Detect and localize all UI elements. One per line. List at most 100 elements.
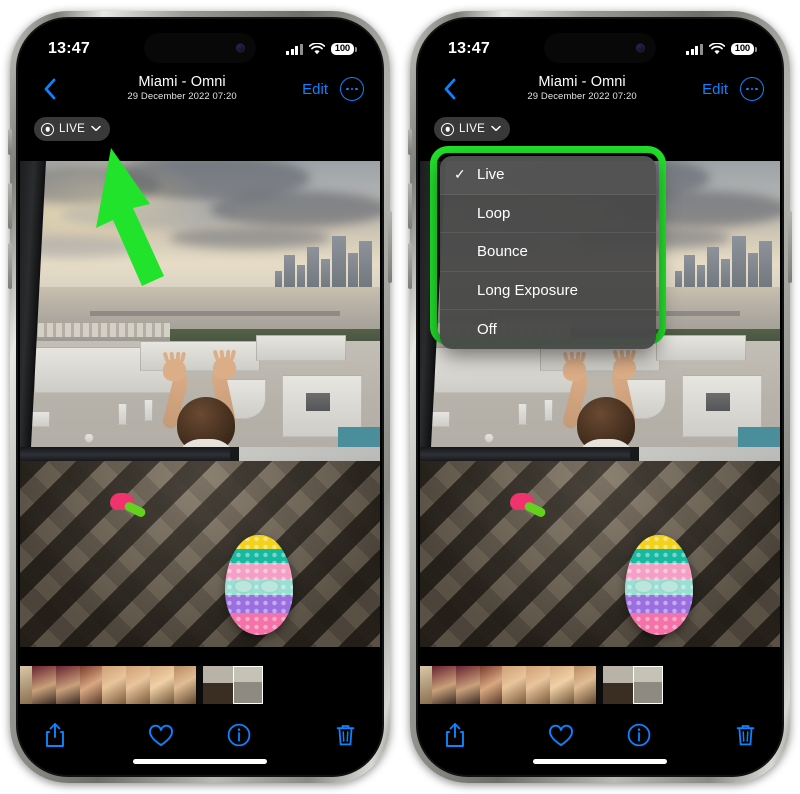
info-button[interactable] (600, 723, 678, 747)
home-indicator[interactable] (533, 759, 667, 764)
status-time: 13:47 (448, 40, 490, 57)
volume-down-button[interactable] (408, 243, 412, 289)
status-time: 13:47 (48, 40, 90, 57)
list-item[interactable] (56, 666, 80, 704)
list-item[interactable] (150, 666, 174, 704)
list-item[interactable] (432, 666, 456, 704)
nav-bar-left: Miami - Omni 29 December 2022 07:20 Edit (20, 67, 380, 111)
list-item[interactable] (203, 666, 233, 704)
battery-indicator: 100 (730, 42, 758, 56)
front-camera-icon (236, 43, 245, 53)
photo-title-block: Miami - Omni 29 December 2022 07:20 (62, 73, 302, 103)
live-photo-icon (441, 122, 454, 136)
list-item[interactable] (480, 666, 502, 704)
list-item-selected[interactable] (233, 666, 263, 704)
volume-up-button[interactable] (8, 183, 12, 229)
favorite-button[interactable] (522, 724, 600, 747)
silent-switch[interactable] (8, 129, 12, 155)
chevron-down-icon (91, 123, 101, 135)
power-button[interactable] (788, 211, 792, 283)
photo-viewer-left[interactable] (20, 161, 380, 647)
nav-bar-right: Miami - Omni 29 December 2022 07:20 Edit (420, 67, 780, 111)
volume-down-button[interactable] (8, 243, 12, 289)
back-button[interactable] (436, 75, 462, 103)
list-item[interactable] (526, 666, 550, 704)
volume-up-button[interactable] (408, 183, 412, 229)
photo-filmstrip-left[interactable] (20, 666, 380, 704)
dynamic-island[interactable] (544, 33, 656, 63)
list-item[interactable] (32, 666, 56, 704)
dynamic-island[interactable] (144, 33, 256, 63)
ellipsis-circle-icon[interactable] (740, 77, 764, 101)
edit-button[interactable]: Edit (702, 81, 728, 98)
list-item[interactable] (502, 666, 526, 704)
live-photo-badge-left[interactable]: LIVE (34, 117, 111, 141)
list-item[interactable] (574, 666, 596, 704)
menu-item-bounce[interactable]: Bounce (440, 233, 656, 272)
city-skyline (654, 233, 774, 293)
list-item-selected[interactable] (633, 666, 663, 704)
list-item[interactable] (603, 666, 633, 704)
photo-title-block: Miami - Omni 29 December 2022 07:20 (462, 73, 702, 102)
carpet (420, 461, 780, 647)
share-button[interactable] (44, 722, 122, 748)
photo-image (20, 161, 380, 647)
photo-datetime: 29 December 2022 07:20 (127, 91, 237, 103)
live-photo-badge-right[interactable]: LIVE (434, 117, 511, 141)
edit-button[interactable]: Edit (302, 81, 328, 98)
silent-switch[interactable] (408, 129, 412, 155)
screen-right: ✓ Live Loop Bounce Long Exposure Off 13:… (420, 21, 780, 773)
list-item[interactable] (80, 666, 102, 704)
photo-title: Miami - Omni (138, 73, 226, 90)
chevron-down-icon (491, 123, 501, 135)
list-item[interactable] (196, 666, 203, 704)
list-item[interactable] (596, 666, 603, 704)
live-photo-icon (41, 122, 54, 136)
list-item[interactable] (20, 666, 32, 704)
home-indicator[interactable] (133, 759, 267, 764)
delete-button[interactable] (678, 723, 756, 747)
favorite-button[interactable] (122, 724, 200, 747)
ellipsis-circle-icon[interactable] (340, 77, 364, 101)
battery-indicator: 100 (330, 42, 358, 56)
iphone-right: ✓ Live Loop Bounce Long Exposure Off 13:… (408, 11, 792, 783)
menu-item-label: Bounce (477, 243, 528, 261)
menu-item-label: Off (477, 321, 497, 339)
popit-toy (225, 535, 293, 635)
live-badge-label: LIVE (459, 123, 486, 135)
menu-item-label: Long Exposure (477, 282, 578, 300)
cellular-bars-icon (686, 43, 703, 55)
iphone-left: 13:47 100 Miami - Omni 29 December 2022 … (8, 11, 392, 783)
list-item[interactable] (102, 666, 126, 704)
photo-toolbar-right (420, 713, 780, 757)
menu-item-live[interactable]: ✓ Live (440, 156, 656, 195)
screenshot-canvas: 13:47 100 Miami - Omni 29 December 2022 … (0, 0, 800, 794)
share-button[interactable] (444, 722, 522, 748)
photo-filmstrip-right[interactable] (420, 666, 780, 704)
menu-item-loop[interactable]: Loop (440, 195, 656, 234)
menu-item-label: Loop (477, 204, 511, 222)
info-button[interactable] (200, 723, 278, 747)
menu-item-long-exposure[interactable]: Long Exposure (440, 272, 656, 311)
list-item[interactable] (126, 666, 150, 704)
delete-button[interactable] (278, 723, 356, 747)
wifi-icon (708, 43, 725, 55)
live-effects-menu[interactable]: ✓ Live Loop Bounce Long Exposure Off (440, 156, 656, 349)
front-camera-icon (636, 43, 645, 53)
popit-toy (625, 535, 693, 635)
cellular-bars-icon (286, 43, 303, 55)
photo-title: Miami - Omni (538, 73, 626, 90)
checkmark-icon: ✓ (454, 166, 466, 183)
menu-item-off[interactable]: Off (440, 310, 656, 349)
list-item[interactable] (456, 666, 480, 704)
city-skyline (254, 233, 374, 293)
power-button[interactable] (388, 211, 392, 283)
list-item[interactable] (550, 666, 574, 704)
list-item[interactable] (420, 666, 432, 704)
wifi-icon (308, 43, 325, 55)
green-arrow-annotation (96, 148, 164, 286)
list-item[interactable] (174, 666, 196, 704)
menu-item-label: Live (477, 166, 505, 184)
photo-toolbar-left (20, 713, 380, 757)
back-button[interactable] (36, 75, 62, 103)
